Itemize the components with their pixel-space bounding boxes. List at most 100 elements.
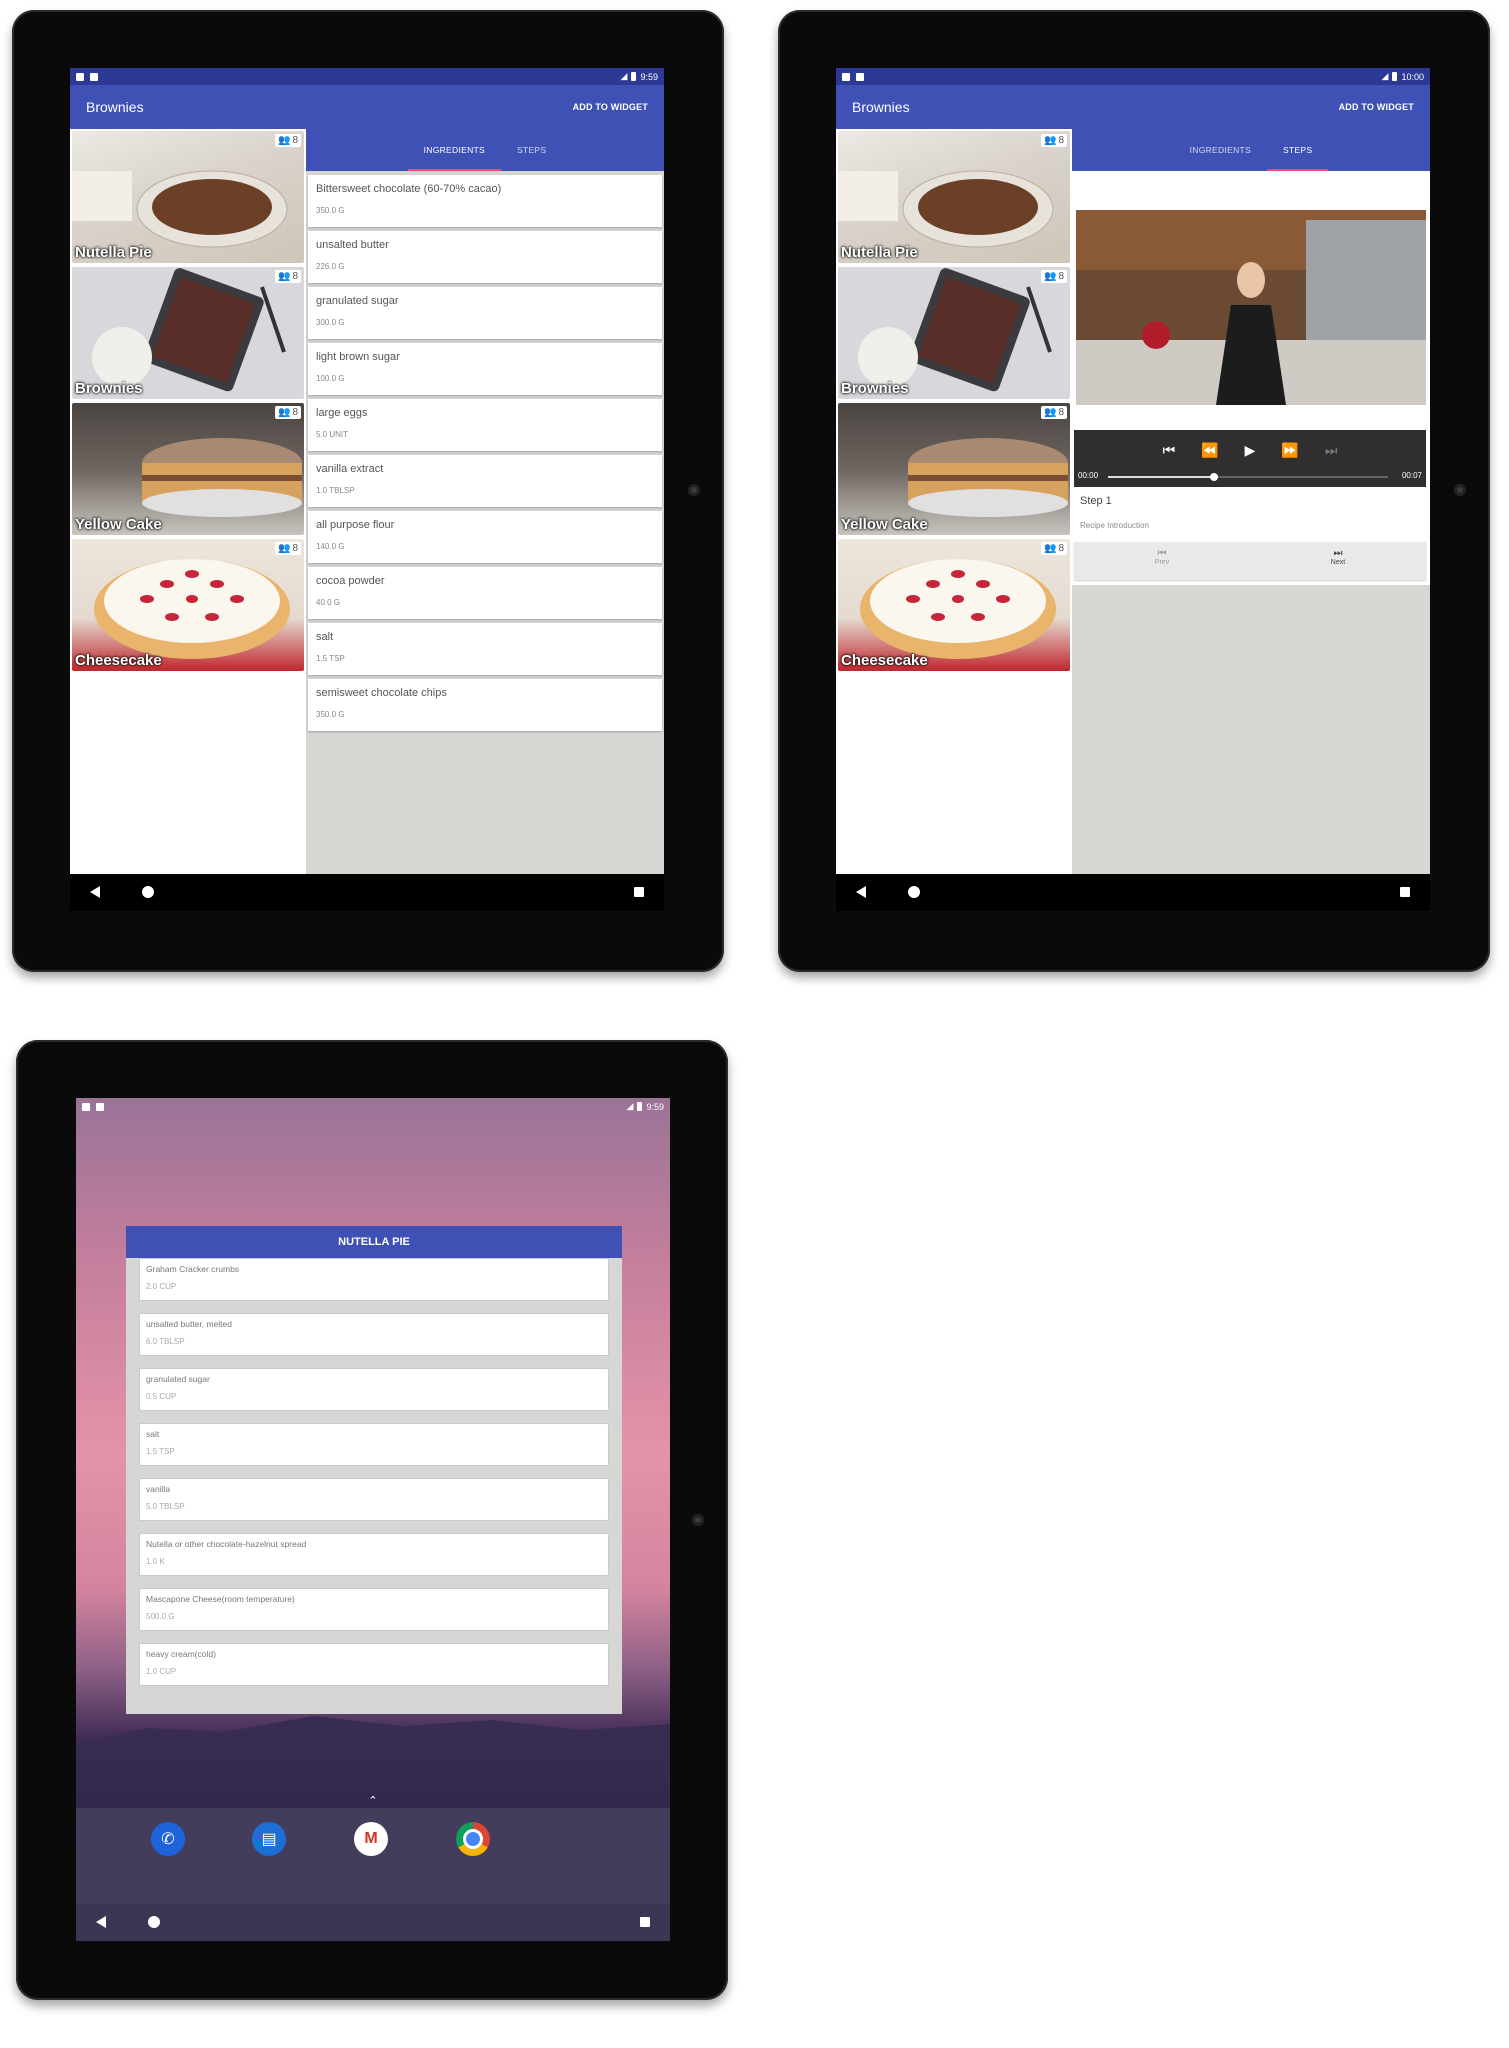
step-info: Step 1 Recipe Introduction [1074, 487, 1426, 542]
ingredient-row: Bittersweet chocolate (60-70% cacao) 350.… [308, 175, 662, 227]
ingredient-row: granulated sugar 300.0 G [308, 287, 662, 339]
next-button[interactable]: ⏭ Next [1250, 542, 1426, 580]
prev-button[interactable]: ⏮ Prev [1074, 542, 1250, 580]
camera-dot [692, 1514, 704, 1526]
widget-ingredient-row: Graham Cracker crumbs 2.0 CUP [139, 1258, 609, 1301]
recipe-card-nutella-pie[interactable]: 👥 8 Nutella Pie [838, 131, 1070, 263]
servings-badge: 👥 8 [274, 406, 301, 419]
recipe-name: Brownies [75, 380, 143, 397]
ingredient-row: unsalted butter 226.0 G [308, 231, 662, 283]
recipe-widget[interactable]: NUTELLA PIE Graham Cracker crumbs 2.0 CUP… [126, 1226, 622, 1714]
recents-icon[interactable] [640, 1917, 650, 1927]
recipe-name: Cheesecake [75, 652, 162, 669]
recipe-name: Yellow Cake [75, 516, 162, 533]
tab-steps[interactable]: STEPS [1267, 129, 1329, 171]
detail-pane: INGREDIENTS STEPS Bittersweet chocolate … [306, 129, 664, 874]
tablet-steps: ◢ 10:00 Brownies ADD TO WIDGET 👥 8 Nutella… [778, 10, 1490, 972]
clock: 9:59 [646, 1101, 664, 1112]
home-icon[interactable] [148, 1916, 160, 1928]
widget-ingredient-row: granulated sugar 0.5 CUP [139, 1368, 609, 1411]
recipe-card-cheesecake[interactable]: 👥 8 Cheesecake [72, 539, 304, 671]
status-bar: ◢ 9:59 [76, 1098, 670, 1115]
people-icon: 👥 [1043, 271, 1057, 282]
seek-handle[interactable] [1210, 473, 1219, 481]
servings-badge: 👥 8 [1040, 134, 1067, 147]
people-icon: 👥 [1043, 543, 1057, 554]
recipe-card-brownies[interactable]: 👥 8 Brownies [838, 267, 1070, 399]
app-drawer-chevron-icon[interactable]: ⌃ [368, 1794, 377, 1807]
servings-badge: 👥 8 [1040, 270, 1067, 283]
screen: ◢ 10:00 Brownies ADD TO WIDGET 👥 8 Nutella… [836, 68, 1430, 911]
back-icon[interactable] [90, 886, 100, 898]
back-icon[interactable] [96, 1916, 106, 1928]
recipe-list[interactable]: 👥 8 Nutella Pie 👥 8 Brownies 👥 8 Yellow Cak… [70, 129, 306, 874]
play-icon[interactable]: ▶ [1245, 442, 1256, 459]
clock: 10:00 [1401, 71, 1424, 82]
signal-icon: ◢ [1381, 71, 1389, 81]
tab-steps[interactable]: STEPS [501, 129, 562, 171]
camera-dot [688, 484, 700, 496]
widget-ingredient-row: heavy cream(cold) 1.0 CUP [139, 1643, 609, 1686]
recipe-name: Nutella Pie [75, 244, 152, 261]
messages-icon[interactable]: ▤ [252, 1822, 286, 1856]
chrome-icon[interactable] [456, 1822, 490, 1856]
recipe-card-yellow-cake[interactable]: 👥 8 Yellow Cake [838, 403, 1070, 535]
people-icon: 👥 [1043, 135, 1057, 146]
sd-card-icon [856, 72, 864, 81]
recipe-name: Brownies [841, 380, 909, 397]
tab-ingredients[interactable]: INGREDIENTS [1174, 129, 1267, 171]
ingredient-list[interactable]: Bittersweet chocolate (60-70% cacao) 350.… [306, 171, 664, 731]
battery-icon [631, 72, 637, 81]
home-icon[interactable] [908, 886, 920, 898]
tab-bar: INGREDIENTS STEPS [306, 129, 664, 171]
skip-next-icon[interactable]: ⏭ [1325, 442, 1338, 459]
signal-icon: ◢ [620, 71, 628, 81]
gmail-icon[interactable]: M [354, 1822, 388, 1856]
ingredient-row: cocoa powder 40.0 G [308, 567, 662, 619]
servings-badge: 👥 8 [274, 270, 301, 283]
widget-ingredient-row: Nutella or other chocolate-hazelnut spre… [139, 1533, 609, 1576]
recipe-name: Cheesecake [841, 652, 928, 669]
tablet-widget: ◢ 9:59 NUTELLA PIE Graham Cracker crumbs 2… [16, 1040, 728, 2000]
widget-title[interactable]: NUTELLA PIE [126, 1226, 622, 1258]
recents-icon[interactable] [1400, 887, 1410, 897]
tab-bar: INGREDIENTS STEPS [1072, 129, 1430, 171]
phone-icon[interactable]: ✆ [151, 1822, 185, 1856]
video-frame [1076, 210, 1426, 405]
next-icon: ⏭ [1333, 548, 1343, 559]
tablet-ingredients: ◢ 9:59 Brownies ADD TO WIDGET 👥 8 Nutella … [12, 10, 724, 972]
recipe-card-brownies[interactable]: 👥 8 Brownies [72, 267, 304, 399]
recipe-card-cheesecake[interactable]: 👥 8 Cheesecake [838, 539, 1070, 671]
add-to-widget-button[interactable]: ADD TO WIDGET [1339, 102, 1414, 112]
sd-card-icon [90, 72, 98, 81]
back-icon[interactable] [856, 886, 866, 898]
signal-icon: ◢ [626, 1101, 634, 1111]
servings-badge: 👥 8 [1040, 406, 1067, 419]
add-to-widget-button[interactable]: ADD TO WIDGET [573, 102, 648, 112]
notification-icon [82, 1102, 90, 1111]
recipe-card-nutella-pie[interactable]: 👥 8 Nutella Pie [72, 131, 304, 263]
video-player[interactable] [1076, 210, 1426, 405]
recipe-list[interactable]: 👥 8 Nutella Pie 👥 8 Brownies 👥 8 Yellow Cak… [836, 129, 1072, 874]
status-bar: ◢ 10:00 [836, 68, 1430, 85]
app-dock: ⌃ ✆ ▤ M [76, 1795, 670, 1904]
people-icon: 👥 [277, 135, 291, 146]
rewind-icon[interactable]: ⏪ [1201, 442, 1218, 459]
elapsed-time: 00:00 [1078, 471, 1099, 480]
nav-bar [70, 874, 664, 911]
servings-badge: 👥 8 [274, 542, 301, 555]
skip-previous-icon[interactable]: ⏮ [1163, 442, 1176, 459]
player-controls: ⏮ ⏪ ▶ ⏩ ⏭ 00:00 00:07 [1074, 430, 1426, 487]
home-icon[interactable] [142, 886, 154, 898]
ingredient-row: salt 1.5 TSP [308, 623, 662, 675]
tab-ingredients[interactable]: INGREDIENTS [407, 129, 502, 171]
recipe-card-yellow-cake[interactable]: 👥 8 Yellow Cake [72, 403, 304, 535]
fast-forward-icon[interactable]: ⏩ [1281, 442, 1298, 459]
widget-ingredient-row: Mascapone Cheese(room temperature) 500.0 … [139, 1588, 609, 1631]
recents-icon[interactable] [634, 887, 644, 897]
seek-bar[interactable] [1108, 473, 1388, 481]
clock: 9:59 [640, 71, 658, 82]
people-icon: 👥 [277, 543, 291, 554]
widget-ingredient-row: salt 1.5 TSP [139, 1423, 609, 1466]
page-title: Brownies [852, 99, 910, 115]
